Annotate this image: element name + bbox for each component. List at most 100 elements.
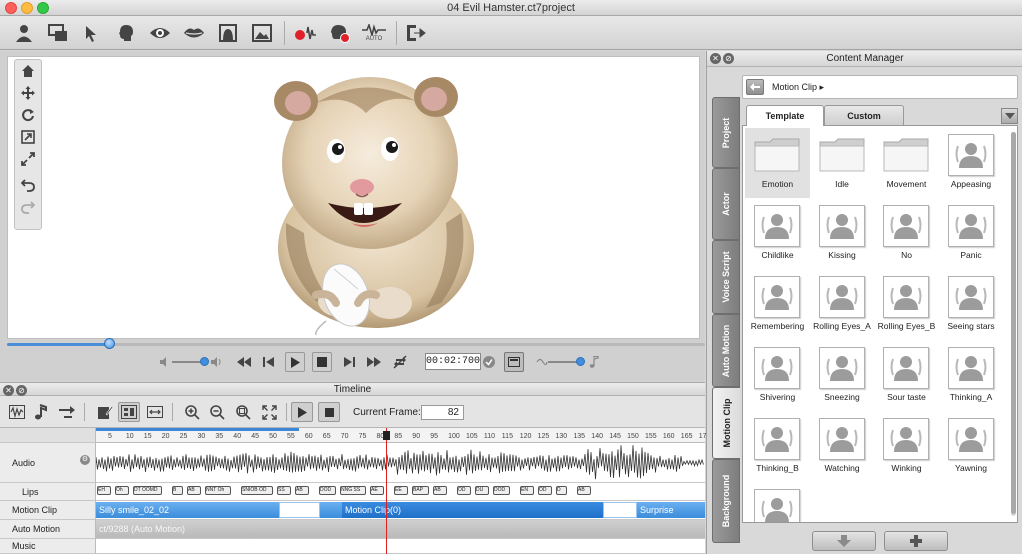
motion-clip-track[interactable]: Silly smile_02_02 Motion Clip(0) Surpris… — [96, 501, 705, 520]
motion-clip-item[interactable]: Rolling Eyes_B — [874, 270, 939, 340]
lip-sync-marker[interactable]: OD — [538, 486, 552, 495]
play-button[interactable] — [285, 352, 305, 372]
head-icon[interactable] — [112, 20, 140, 46]
lip-sync-marker[interactable]: AE — [370, 486, 384, 495]
timeline-playhead[interactable] — [386, 428, 387, 554]
lip-sync-marker[interactable]: EN — [520, 486, 534, 495]
record-puppet-icon[interactable] — [326, 20, 354, 46]
motion-clip-item[interactable]: No — [874, 199, 939, 269]
stage-canvas[interactable] — [7, 56, 700, 339]
move-icon[interactable] — [15, 82, 41, 104]
close-panel-icon[interactable]: ✕ — [3, 385, 14, 396]
motion-clip-item[interactable]: Panic — [939, 199, 1004, 269]
scene-icon[interactable] — [44, 20, 72, 46]
motion-clip-item[interactable]: Shivering — [745, 341, 810, 411]
motion-clip-block[interactable]: Silly smile_02_02 — [96, 502, 279, 518]
next-frame-icon[interactable] — [339, 352, 359, 372]
content-scrollbar[interactable] — [1011, 132, 1016, 516]
timecode-display[interactable]: 00:02:700 — [425, 353, 481, 370]
rewind-icon[interactable] — [234, 352, 254, 372]
motion-clip-item[interactable]: Kissing — [810, 199, 875, 269]
content-scrollbar-thumb[interactable] — [1011, 132, 1016, 514]
lip-sync-marker[interactable]: AB — [295, 486, 309, 495]
music-icon[interactable] — [30, 402, 52, 422]
zoom-fit-icon[interactable] — [232, 402, 254, 422]
timeline-play-button[interactable] — [291, 402, 313, 422]
lip-sync-marker[interactable]: SS — [277, 486, 291, 495]
tab-custom[interactable]: Custom — [824, 105, 904, 125]
add-content-button[interactable] — [884, 531, 948, 551]
home-icon[interactable] — [15, 60, 41, 82]
zoom-window-button[interactable] — [37, 2, 49, 14]
motion-clip-block[interactable] — [320, 502, 342, 518]
auto-motion-track[interactable]: ct/9288 (Auto Motion) — [96, 520, 705, 539]
lip-sync-marker[interactable]: D — [556, 486, 567, 495]
motion-clip-block[interactable]: Surprise — [637, 502, 705, 518]
motion-icon[interactable] — [78, 20, 106, 46]
vtab-project[interactable]: Project — [712, 97, 740, 168]
lip-sync-marker[interactable]: DOD — [493, 486, 510, 495]
loop-off-icon[interactable] — [390, 352, 410, 372]
vtab-background[interactable]: Background — [712, 459, 740, 543]
timecode-options-icon[interactable] — [479, 352, 499, 372]
image-icon[interactable] — [248, 20, 276, 46]
auto-motion-block[interactable]: ct/9288 (Auto Motion) — [96, 520, 705, 538]
lip-sync-marker[interactable]: DOD — [319, 486, 336, 495]
previous-frame-icon[interactable] — [259, 352, 279, 372]
lip-sync-marker[interactable]: DT OOMD — [133, 486, 162, 495]
motion-clip-block[interactable]: Motion Clip(0) — [342, 502, 603, 518]
record-voice-icon[interactable] — [292, 20, 320, 46]
download-button[interactable] — [812, 531, 876, 551]
vtab-auto-motion[interactable]: Auto Motion — [712, 314, 740, 387]
lips-track[interactable]: EH Oh DT OOMD B AB NNT Oh SNIOB OD SS AB DOD NNG S… — [96, 483, 705, 501]
edit-clip-icon[interactable] — [94, 402, 116, 422]
motion-clip-item[interactable]: Remembering — [745, 270, 810, 340]
detach-panel-icon[interactable]: ⊘ — [723, 53, 734, 64]
detach-panel-icon[interactable]: ⊘ — [16, 385, 27, 396]
lip-sync-marker[interactable]: NNT Oh — [205, 486, 231, 495]
lip-sync-marker[interactable]: NNG SS — [340, 486, 366, 495]
motion-clip-item[interactable]: Yawning — [939, 412, 1004, 482]
motion-clip-item[interactable] — [745, 483, 810, 522]
undo-icon[interactable] — [15, 174, 41, 196]
rotate-icon[interactable] — [15, 104, 41, 126]
expand-icon[interactable] — [258, 402, 280, 422]
close-panel-icon[interactable]: ✕ — [710, 53, 721, 64]
motion-clip-item[interactable]: Winking — [874, 412, 939, 482]
zoom-in-icon[interactable] — [181, 402, 203, 422]
actor-icon[interactable] — [10, 20, 38, 46]
vtab-actor[interactable]: Actor — [712, 168, 740, 240]
lip-sync-marker[interactable]: OD — [457, 486, 471, 495]
fullscreen-preview-icon[interactable] — [504, 352, 524, 372]
motion-clip-block[interactable] — [279, 502, 320, 518]
lip-sync-marker[interactable]: AB — [433, 486, 447, 495]
vtab-voice-script[interactable]: Voice Script — [712, 240, 740, 314]
close-window-button[interactable] — [5, 2, 17, 14]
current-frame-input[interactable]: 82 — [421, 405, 464, 420]
face-frame-icon[interactable] — [214, 20, 242, 46]
fit-range-icon[interactable] — [144, 402, 166, 422]
content-options-dropdown[interactable] — [1001, 108, 1018, 124]
motion-clip-block[interactable] — [603, 502, 637, 518]
hamster-character[interactable] — [256, 63, 486, 335]
lip-sync-marker[interactable]: DU — [475, 486, 489, 495]
eye-icon[interactable] — [146, 20, 174, 46]
music-track[interactable] — [96, 539, 705, 554]
redo-icon[interactable] — [15, 196, 41, 218]
lip-sync-marker[interactable]: SNIOB OD — [241, 486, 273, 495]
vtab-motion-clip[interactable]: Motion Clip — [712, 387, 740, 459]
track-layout-icon[interactable] — [118, 402, 140, 422]
content-folder-item[interactable]: Emotion — [745, 128, 810, 198]
playhead-marker[interactable] — [383, 431, 390, 440]
zoom-out-icon[interactable] — [206, 402, 228, 422]
auto-icon[interactable]: AUTO — [360, 20, 388, 46]
motion-clip-item[interactable]: Rolling Eyes_A — [810, 270, 875, 340]
breadcrumb-motion-clip[interactable]: Motion Clip ▸ — [772, 76, 824, 98]
motion-clip-item[interactable]: Watching — [810, 412, 875, 482]
stop-button[interactable] — [312, 352, 332, 372]
lip-sync-marker[interactable]: AB — [577, 486, 591, 495]
transition-icon[interactable] — [56, 402, 78, 422]
scrub-handle[interactable] — [104, 338, 115, 349]
lip-sync-marker[interactable]: EH — [97, 486, 111, 495]
motion-clip-item[interactable]: Seeing stars — [939, 270, 1004, 340]
